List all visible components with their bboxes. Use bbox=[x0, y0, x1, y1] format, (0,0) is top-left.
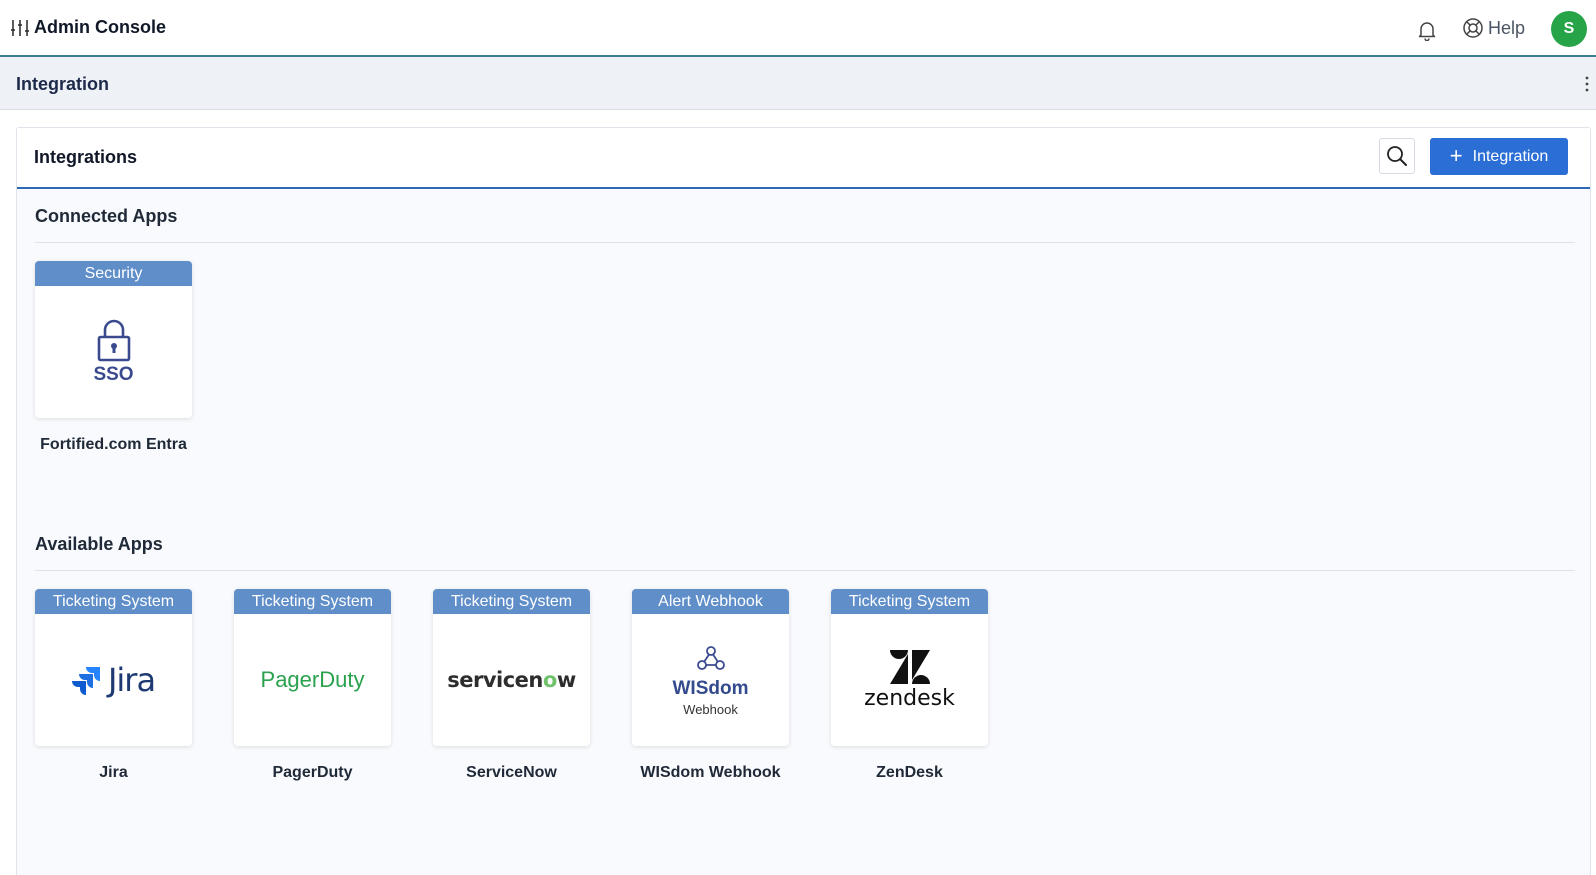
add-integration-label: Integration bbox=[1472, 147, 1549, 165]
servicenow-logo-part: w bbox=[556, 668, 576, 692]
category-badge: Security bbox=[35, 261, 192, 286]
lifebuoy-icon bbox=[1463, 18, 1483, 38]
app-name: PagerDuty bbox=[272, 764, 353, 781]
app-name: Jira bbox=[99, 764, 128, 781]
lock-icon bbox=[97, 319, 130, 362]
zendesk-logo-text: zendesk bbox=[864, 685, 955, 711]
page-title: Integration bbox=[16, 74, 109, 94]
category-badge: Ticketing System bbox=[831, 589, 988, 614]
add-integration-button[interactable]: + Integration bbox=[1430, 138, 1568, 175]
wisdom-logo-subtext: Webhook bbox=[683, 701, 738, 717]
app-card-zendesk[interactable]: Ticketing System zendesk ZenDesk bbox=[831, 589, 988, 782]
jira-icon bbox=[71, 667, 100, 695]
app-card-jira[interactable]: Ticketing System Jira Jira bbox=[35, 589, 192, 782]
app-tile: Ticketing System zendesk bbox=[831, 589, 988, 746]
search-icon bbox=[1387, 146, 1407, 166]
zendesk-icon bbox=[889, 649, 930, 684]
pagerduty-logo: PagerDuty bbox=[234, 614, 391, 746]
app-title: Admin Console bbox=[34, 17, 167, 37]
servicenow-logo: servicenow bbox=[433, 614, 590, 746]
search-button[interactable] bbox=[1379, 138, 1415, 174]
bell-icon[interactable] bbox=[1416, 19, 1438, 41]
sso-logo-text: SSO bbox=[93, 364, 134, 385]
page-header: Integration bbox=[0, 57, 1596, 110]
app-card-pagerduty[interactable]: Ticketing System PagerDuty PagerDuty bbox=[234, 589, 391, 782]
sliders-icon bbox=[11, 20, 29, 36]
top-bar: Admin Console Help S bbox=[0, 0, 1596, 57]
category-badge: Ticketing System bbox=[234, 589, 391, 614]
servicenow-logo-o: o bbox=[542, 668, 557, 692]
app-card-sso[interactable]: Security SSO Fortified.com Entra bbox=[35, 261, 192, 454]
kebab-icon[interactable] bbox=[1584, 75, 1590, 93]
app-tile: Ticketing System PagerDuty bbox=[234, 589, 391, 746]
pagerduty-logo-text: PagerDuty bbox=[260, 667, 365, 692]
app-card-servicenow[interactable]: Ticketing System servicenow ServiceNow bbox=[433, 589, 590, 782]
category-badge: Ticketing System bbox=[35, 589, 192, 614]
app-name: ZenDesk bbox=[876, 764, 943, 781]
app-tile: Ticketing System servicenow bbox=[433, 589, 590, 746]
help-label: Help bbox=[1488, 17, 1526, 38]
sso-logo: SSO bbox=[35, 286, 192, 418]
jira-logo: Jira bbox=[35, 614, 192, 746]
app-tile: Security SSO bbox=[35, 261, 192, 418]
wisdom-logo-text: WISdom bbox=[672, 677, 749, 699]
available-apps-title: Available Apps bbox=[35, 534, 163, 554]
app-name: ServiceNow bbox=[466, 764, 557, 781]
wisdom-logo: WISdom Webhook bbox=[632, 614, 789, 746]
connected-apps-title: Connected Apps bbox=[35, 206, 178, 226]
category-badge: Alert Webhook bbox=[632, 589, 789, 614]
plus-icon: + bbox=[1449, 142, 1463, 168]
app-tile: Alert Webhook WISdom Webhook bbox=[632, 589, 789, 746]
panel-title: Integrations bbox=[34, 147, 138, 167]
section-divider bbox=[35, 570, 1575, 571]
zendesk-logo: zendesk bbox=[831, 614, 988, 746]
app-name: WISdom Webhook bbox=[640, 764, 781, 781]
jira-logo-text: Jira bbox=[107, 661, 156, 699]
webhook-icon bbox=[696, 645, 725, 670]
help-link[interactable]: Help bbox=[1462, 17, 1525, 39]
category-badge: Ticketing System bbox=[433, 589, 590, 614]
servicenow-logo-part: servicen bbox=[447, 668, 543, 692]
app-name: Fortified.com Entra bbox=[40, 436, 187, 453]
avatar[interactable]: S bbox=[1551, 11, 1587, 47]
app-card-wisdom-webhook[interactable]: Alert Webhook WISdom Webhook WISdom Webh… bbox=[632, 589, 789, 782]
section-divider bbox=[35, 242, 1575, 243]
panel-header: Integrations + Integration bbox=[17, 128, 1590, 189]
servicenow-logo-text: servicenow bbox=[447, 668, 576, 692]
integrations-panel: Integrations + Integration Connected App… bbox=[16, 127, 1591, 875]
app-tile: Ticketing System Jira bbox=[35, 589, 192, 746]
